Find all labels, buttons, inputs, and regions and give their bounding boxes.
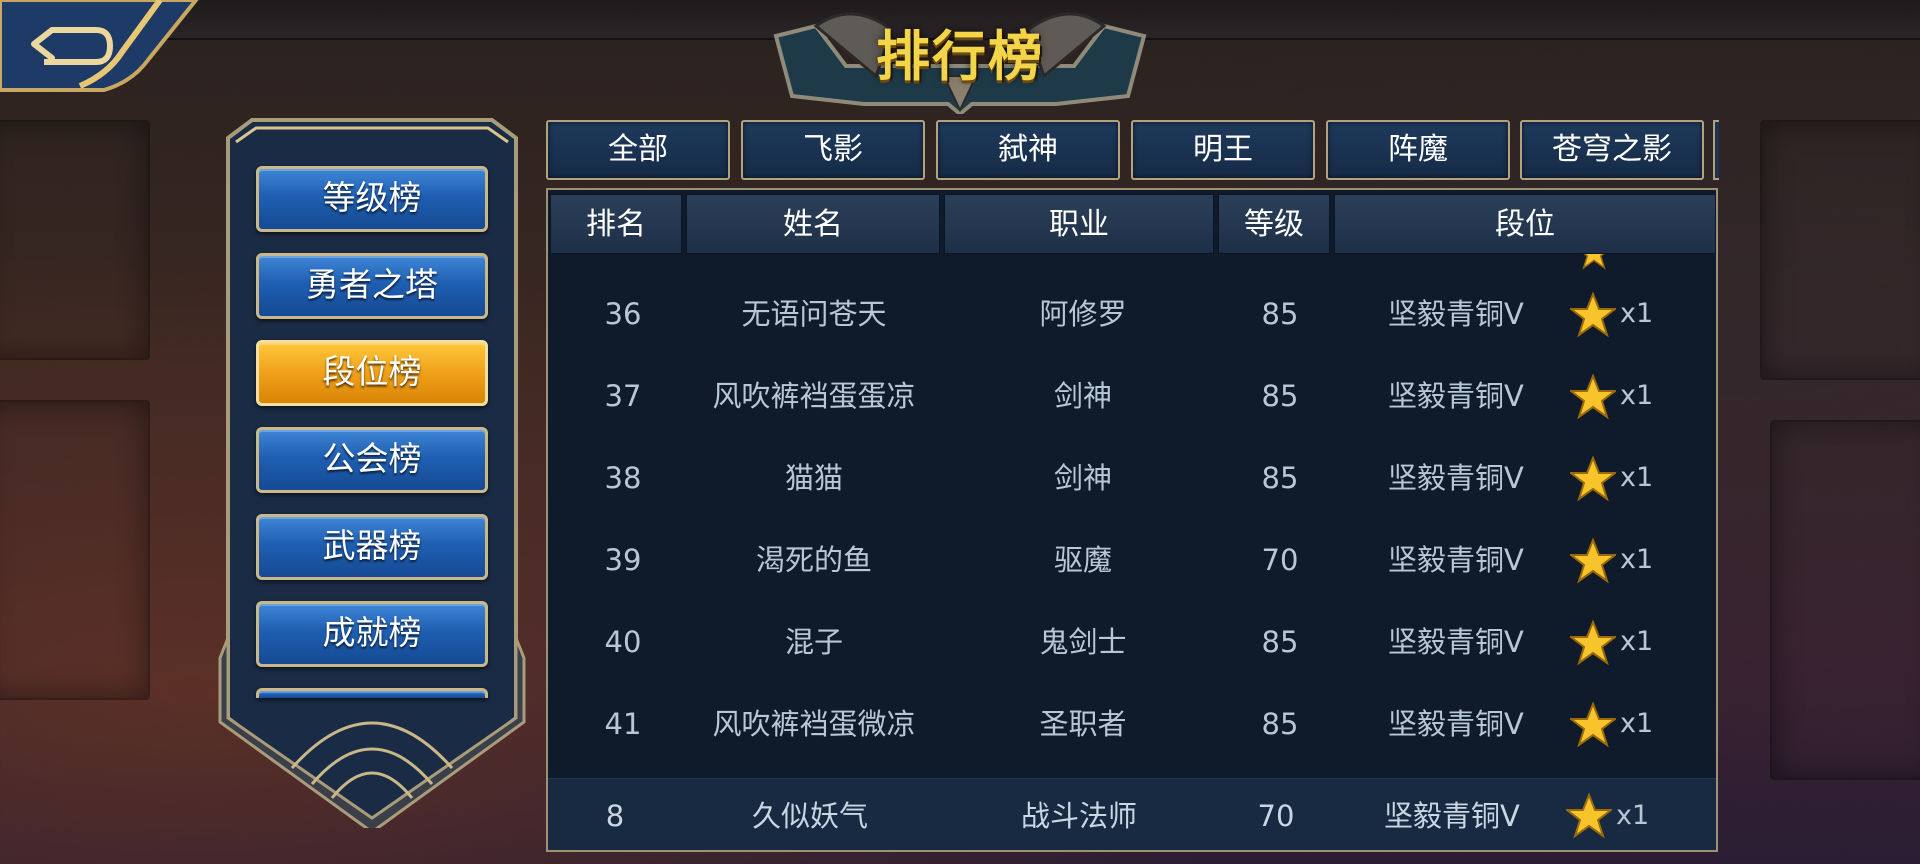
sidebar-item-tier-rank[interactable]: 段位榜 [256, 340, 488, 406]
table-row[interactable]: 40 混子 鬼剑士 85 坚毅青铜V x1 [548, 601, 1716, 683]
table-row[interactable]: 36 无语问苍天 阿修罗 85 坚毅青铜V x1 [548, 273, 1716, 355]
level-cell: 70 [1261, 543, 1299, 577]
tab-zhenmo[interactable]: 阵魔 [1326, 120, 1510, 180]
star-icon [1566, 793, 1612, 839]
name-cell: 混子 [784, 625, 843, 659]
wall-panel [1760, 120, 1920, 380]
sidebar-item-weapon-rank[interactable]: 武器榜 [256, 514, 488, 580]
tab-cangqiongzhiying[interactable]: 苍穹之影 [1520, 120, 1704, 180]
rank-cell: 37 [604, 379, 642, 413]
name-cell: 风吹裤裆蛋微凉 [712, 707, 916, 741]
level-cell: 85 [1261, 379, 1299, 413]
back-arrow-icon [0, 0, 199, 92]
leaderboard-title-emblem: 排行榜 [756, 6, 1164, 117]
tab-feiying[interactable]: 飞影 [741, 120, 925, 180]
column-header-level: 等级 [1218, 194, 1330, 254]
leaderboard-table[interactable]: 排名 姓名 职业 等级 段位 36 无语问苍天 阿修罗 85 坚毅青铜V x1 … [546, 188, 1718, 852]
class-cell: 剑神 [1053, 461, 1112, 495]
star-count: x1 [1616, 800, 1650, 831]
column-header-tier: 段位 [1334, 194, 1716, 254]
page-title: 排行榜 [876, 25, 1044, 88]
column-header-rank: 排名 [550, 194, 682, 254]
class-cell: 战斗法师 [1020, 799, 1137, 833]
tab-shishen[interactable]: 弑神 [936, 120, 1120, 180]
table-row[interactable]: 39 渴死的鱼 驱魔 70 坚毅青铜V x1 [548, 519, 1716, 601]
back-button[interactable] [0, 0, 200, 94]
column-header-class: 职业 [944, 194, 1214, 254]
star-count: x1 [1620, 298, 1654, 329]
star-icon [1577, 254, 1611, 270]
table-row[interactable]: 38 猫猫 剑神 85 坚毅青铜V x1 [548, 437, 1716, 519]
class-cell: 圣职者 [1039, 707, 1127, 741]
star-icon [1570, 538, 1616, 584]
class-cell: 剑神 [1053, 379, 1112, 413]
rank-cell: 40 [604, 625, 642, 659]
rank-cell: 41 [604, 707, 642, 741]
table-row[interactable]: 37 风吹裤裆蛋蛋凉 剑神 85 坚毅青铜V x1 [548, 355, 1716, 437]
sidebar-item-achievement-rank[interactable]: 成就榜 [256, 601, 488, 667]
level-cell: 85 [1261, 297, 1299, 331]
name-cell: 无语问苍天 [741, 297, 887, 331]
sidebar-item-tower-rank[interactable]: 勇者之塔 [256, 253, 488, 319]
level-cell: 85 [1261, 461, 1299, 495]
tier-cell: 坚毅青铜V [1388, 543, 1524, 577]
star-count: x1 [1620, 544, 1654, 575]
table-row[interactable]: 41 风吹裤裆蛋微凉 圣职者 85 坚毅青铜V x1 [548, 683, 1716, 765]
tier-cell: 坚毅青铜V [1388, 461, 1524, 495]
star-icon [1570, 702, 1616, 748]
tier-cell: 坚毅青铜V [1388, 707, 1524, 741]
class-cell: 阿修罗 [1039, 297, 1127, 331]
class-cell: 鬼剑士 [1039, 625, 1127, 659]
level-cell: 70 [1257, 799, 1295, 833]
sidebar-item-level-rank[interactable]: 等级榜 [256, 166, 488, 232]
wall-panel [1770, 420, 1920, 780]
wall-panel [0, 400, 150, 700]
rank-cell: 8 [605, 799, 625, 833]
sidebar-item-guild-rank[interactable]: 公会榜 [256, 427, 488, 493]
tab-overflow-edge [1713, 120, 1719, 180]
star-icon [1570, 292, 1616, 338]
star-icon [1570, 456, 1616, 502]
star-count: x1 [1620, 626, 1654, 657]
name-cell: 渴死的鱼 [755, 543, 872, 577]
sidebar-item-partial[interactable] [256, 688, 488, 698]
tab-all[interactable]: 全部 [546, 120, 730, 180]
tier-cell: 坚毅青铜V [1388, 379, 1524, 413]
star-count: x1 [1620, 462, 1654, 493]
tab-mingwang[interactable]: 明王 [1131, 120, 1315, 180]
wall-panel [0, 120, 150, 360]
rank-cell: 36 [604, 297, 642, 331]
star-icon [1570, 374, 1616, 420]
star-count: x1 [1620, 708, 1654, 739]
star-icon [1570, 620, 1616, 666]
name-cell: 风吹裤裆蛋蛋凉 [712, 379, 916, 413]
name-cell: 猫猫 [784, 461, 843, 495]
tier-cell: 坚毅青铜V [1388, 625, 1524, 659]
column-header-name: 姓名 [686, 194, 940, 254]
rank-cell: 38 [604, 461, 642, 495]
level-cell: 85 [1261, 707, 1299, 741]
tier-cell: 坚毅青铜V [1384, 799, 1520, 833]
name-cell: 久似妖气 [751, 799, 868, 833]
star-count: x1 [1620, 380, 1654, 411]
level-cell: 85 [1261, 625, 1299, 659]
tier-cell: 坚毅青铜V [1388, 297, 1524, 331]
my-rank-row[interactable]: 8 久似妖气 战斗法师 70 坚毅青铜V x1 [548, 778, 1716, 850]
class-cell: 驱魔 [1053, 543, 1112, 577]
rank-cell: 39 [604, 543, 642, 577]
